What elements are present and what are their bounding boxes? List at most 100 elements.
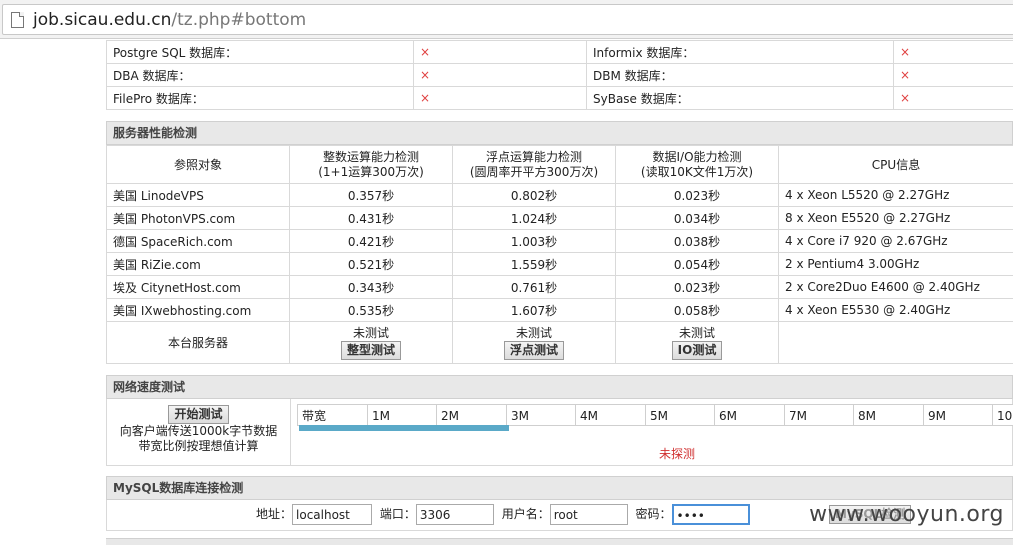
start-speed-test-button[interactable]: 开始测试	[168, 405, 228, 424]
perf-cell-cpu: 2 x Core2Duo E4600 @ 2.40GHz	[779, 276, 1013, 299]
username-label: 用户名：	[502, 507, 550, 521]
local-server-row: 本台服务器 未测试整型测试 未测试浮点测试 未测试IO测试	[107, 322, 1013, 364]
header-ref: 参照对象	[107, 146, 290, 184]
header-int-line2: (1+1运算300万次)	[296, 165, 446, 180]
perf-row: 德国 SpaceRich.com0.421秒1.003秒0.038秒4 x Co…	[107, 230, 1013, 253]
db-name-label: Postgre SQL 数据库：	[107, 41, 414, 64]
header-int: 整数运算能力检测(1+1运算300万次)	[290, 146, 453, 184]
perf-cell-float: 1.607秒	[453, 299, 616, 322]
address-bar[interactable]: job.sicau.edu.cn/tz.php#bottom	[2, 4, 1013, 35]
perf-cell-float: 0.802秒	[453, 184, 616, 207]
header-float-line2: (圆周率开平方300万次)	[459, 165, 609, 180]
username-input[interactable]: root	[550, 504, 628, 525]
speed-scale-label: 带宽	[297, 404, 368, 426]
db-name-label: FilePro 数据库：	[107, 87, 414, 110]
local-float-status: 未测试	[459, 326, 609, 341]
perf-cell-ref: 美国 LinodeVPS	[107, 184, 290, 207]
header-int-line1: 整数运算能力检测	[296, 150, 446, 165]
speed-scale-label: 5M	[645, 404, 716, 426]
header-io-line2: (读取10K文件1万次)	[622, 165, 772, 180]
db-support-status: ×	[894, 64, 1013, 87]
db-support-table: Postgre SQL 数据库：×Informix 数据库：×DBA 数据库：×…	[106, 40, 1013, 110]
perf-cell-float: 1.003秒	[453, 230, 616, 253]
speed-progress-bar	[299, 425, 509, 431]
url-path: /tz.php#bottom	[171, 10, 306, 30]
db-support-status: ×	[414, 64, 587, 87]
password-input[interactable]: ••••	[672, 504, 750, 525]
perf-cell-io: 0.058秒	[616, 299, 779, 322]
perf-cell-int: 0.431秒	[290, 207, 453, 230]
io-test-button[interactable]: IO测试	[672, 341, 723, 360]
page-icon	[11, 12, 24, 28]
db-name-label: Informix 数据库：	[587, 41, 894, 64]
perf-cell-io: 0.038秒	[616, 230, 779, 253]
perf-table: 参照对象 整数运算能力检测(1+1运算300万次) 浮点运算能力检测(圆周率开平…	[106, 145, 1013, 364]
speed-status: 未探测	[659, 445, 695, 462]
perf-row: 美国 RiZie.com0.521秒1.559秒0.054秒2 x Pentiu…	[107, 253, 1013, 276]
net-left-cell: 开始测试 向客户端传送1000k字节数据 带宽比例按理想值计算	[107, 399, 291, 465]
perf-cell-cpu: 8 x Xeon E5520 @ 2.27GHz	[779, 207, 1013, 230]
net-panel: 开始测试 向客户端传送1000k字节数据 带宽比例按理想值计算 带宽1M2M3M…	[106, 399, 1013, 466]
header-io: 数据I/O能力检测(读取10K文件1万次)	[616, 146, 779, 184]
perf-cell-int: 0.521秒	[290, 253, 453, 276]
local-io-cell: 未测试IO测试	[616, 322, 779, 364]
address-input[interactable]: localhost	[292, 504, 372, 525]
password-label: 密码：	[636, 507, 672, 521]
perf-section-title: 服务器性能检测	[106, 121, 1013, 145]
local-int-status: 未测试	[296, 326, 446, 341]
perf-cell-ref: 美国 IXwebhosting.com	[107, 299, 290, 322]
perf-cell-io: 0.023秒	[616, 276, 779, 299]
db-support-status: ×	[414, 87, 587, 110]
db-support-status: ×	[894, 87, 1013, 110]
perf-cell-ref: 美国 RiZie.com	[107, 253, 290, 276]
net-desc-line1: 向客户端传送1000k字节数据	[107, 424, 290, 439]
float-test-button[interactable]: 浮点测试	[504, 341, 564, 360]
watermark: www.wooyun.org	[809, 502, 1004, 527]
perf-row: 美国 IXwebhosting.com0.535秒1.607秒0.058秒4 x…	[107, 299, 1013, 322]
db-support-status: ×	[894, 41, 1013, 64]
perf-cell-ref: 德国 SpaceRich.com	[107, 230, 290, 253]
header-cpu: CPU信息	[779, 146, 1013, 184]
speed-scale-label: 7M	[784, 404, 855, 426]
db-support-section: Postgre SQL 数据库：×Informix 数据库：×DBA 数据库：×…	[106, 40, 1013, 110]
speed-scale-label: 6M	[714, 404, 785, 426]
url-text[interactable]: job.sicau.edu.cn/tz.php#bottom	[33, 10, 306, 30]
speed-scale-label: 8M	[853, 404, 924, 426]
net-section-title: 网络速度测试	[106, 375, 1013, 399]
header-float: 浮点运算能力检测(圆周率开平方300万次)	[453, 146, 616, 184]
perf-cell-int: 0.343秒	[290, 276, 453, 299]
perf-cell-cpu: 2 x Pentium4 3.00GHz	[779, 253, 1013, 276]
port-input[interactable]: 3306	[416, 504, 494, 525]
header-float-line1: 浮点运算能力检测	[459, 150, 609, 165]
port-label: 端口：	[380, 507, 416, 521]
db-name-label: SyBase 数据库：	[587, 87, 894, 110]
perf-cell-cpu: 4 x Xeon L5520 @ 2.27GHz	[779, 184, 1013, 207]
perf-section: 服务器性能检测 参照对象 整数运算能力检测(1+1运算300万次) 浮点运算能力…	[106, 121, 1013, 364]
perf-cell-cpu: 4 x Xeon E5530 @ 2.40GHz	[779, 299, 1013, 322]
db-name-label: DBA 数据库：	[107, 64, 414, 87]
net-section: 网络速度测试 开始测试 向客户端传送1000k字节数据 带宽比例按理想值计算 带…	[106, 375, 1013, 466]
perf-cell-ref: 美国 PhotonVPS.com	[107, 207, 290, 230]
perf-cell-ref: 埃及 CitynetHost.com	[107, 276, 290, 299]
url-host: job.sicau.edu.cn	[33, 10, 171, 30]
perf-row: 埃及 CitynetHost.com0.343秒0.761秒0.023秒2 x …	[107, 276, 1013, 299]
mysql-section-title: MySQL数据库连接检测	[106, 476, 1013, 500]
header-io-line1: 数据I/O能力检测	[622, 150, 772, 165]
db-name-label: DBM 数据库：	[587, 64, 894, 87]
local-server-label: 本台服务器	[107, 322, 290, 364]
perf-cell-int: 0.357秒	[290, 184, 453, 207]
int-test-button[interactable]: 整型测试	[341, 341, 401, 360]
local-io-status: 未测试	[622, 326, 772, 341]
perf-cell-io: 0.054秒	[616, 253, 779, 276]
perf-row: 美国 PhotonVPS.com0.431秒1.024秒0.034秒8 x Xe…	[107, 207, 1013, 230]
db-support-row: Postgre SQL 数据库：×Informix 数据库：×	[107, 41, 1013, 64]
perf-cell-cpu: 4 x Core i7 920 @ 2.67GHz	[779, 230, 1013, 253]
local-float-cell: 未测试浮点测试	[453, 322, 616, 364]
perf-row: 美国 LinodeVPS0.357秒0.802秒0.023秒4 x Xeon L…	[107, 184, 1013, 207]
perf-cell-io: 0.034秒	[616, 207, 779, 230]
browser-toolbar: job.sicau.edu.cn/tz.php#bottom	[0, 0, 1013, 39]
perf-cell-float: 1.024秒	[453, 207, 616, 230]
perf-cell-float: 1.559秒	[453, 253, 616, 276]
perf-cell-int: 0.421秒	[290, 230, 453, 253]
speed-scale-label: 10M	[992, 404, 1013, 426]
